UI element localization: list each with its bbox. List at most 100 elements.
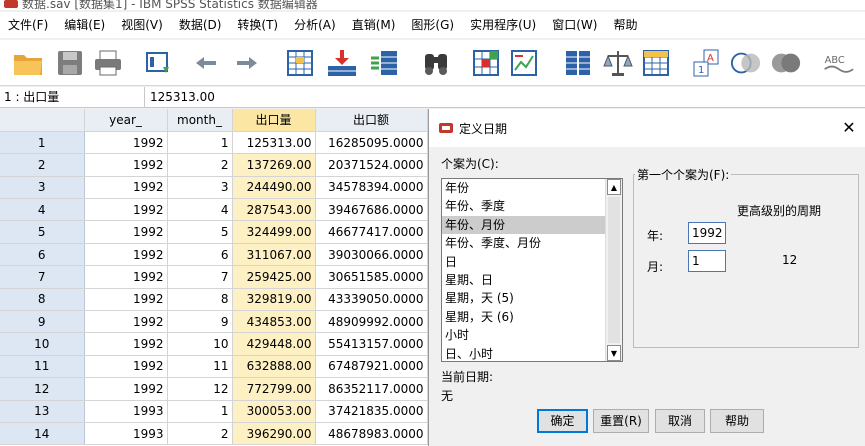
column-header[interactable]: 出口量 bbox=[232, 109, 316, 132]
table-cell-amount[interactable]: 48678983.0000 bbox=[315, 422, 428, 446]
table-cell-year[interactable]: 1992 bbox=[84, 288, 168, 312]
menu-edit[interactable]: 编辑(E) bbox=[56, 14, 113, 36]
table-cell-month[interactable]: 6 bbox=[167, 243, 233, 267]
table-cell-year[interactable]: 1992 bbox=[84, 176, 168, 200]
list-item[interactable]: 日 bbox=[442, 253, 606, 271]
menu-view[interactable]: 视图(V) bbox=[113, 14, 171, 36]
table-cell-amount[interactable]: 30651585.0000 bbox=[315, 265, 428, 289]
table-cell-qty[interactable]: 244490.00 bbox=[232, 176, 316, 200]
table-cell-qty[interactable]: 125313.00 bbox=[232, 131, 316, 155]
list-item[interactable]: 星期，天 (5) bbox=[442, 289, 606, 307]
save-icon[interactable] bbox=[54, 47, 86, 79]
variables-icon[interactable] bbox=[368, 47, 400, 79]
table-cell-month[interactable]: 5 bbox=[167, 220, 233, 244]
menu-help[interactable]: 帮助 bbox=[605, 14, 645, 36]
row-header[interactable]: 12 bbox=[0, 377, 85, 401]
table-cell-qty[interactable]: 329819.00 bbox=[232, 288, 316, 312]
table-cell-month[interactable]: 9 bbox=[167, 310, 233, 334]
column-header[interactable]: year_ bbox=[84, 109, 168, 132]
row-header[interactable]: 1 bbox=[0, 131, 85, 155]
insert-cases-icon[interactable] bbox=[470, 47, 502, 79]
split-file-icon[interactable] bbox=[562, 47, 594, 79]
table-cell-qty[interactable]: 772799.00 bbox=[232, 377, 316, 401]
menu-data[interactable]: 数据(D) bbox=[171, 14, 230, 36]
table-cell-qty[interactable]: 429448.00 bbox=[232, 332, 316, 356]
table-cell-amount[interactable]: 39030066.0000 bbox=[315, 243, 428, 267]
table-cell-qty[interactable]: 137269.00 bbox=[232, 153, 316, 177]
print-icon[interactable] bbox=[92, 47, 124, 79]
menu-direct-marketing[interactable]: 直销(M) bbox=[344, 14, 404, 36]
table-cell-year[interactable]: 1992 bbox=[84, 332, 168, 356]
table-cell-qty[interactable]: 287543.00 bbox=[232, 198, 316, 222]
corner-cell[interactable] bbox=[0, 109, 85, 132]
scroll-up-icon[interactable]: ▲ bbox=[607, 179, 621, 195]
table-cell-amount[interactable]: 20371524.0000 bbox=[315, 153, 428, 177]
table-cell-month[interactable]: 12 bbox=[167, 377, 233, 401]
table-cell-year[interactable]: 1992 bbox=[84, 153, 168, 177]
column-header[interactable]: month_ bbox=[167, 109, 233, 132]
row-header[interactable]: 14 bbox=[0, 422, 85, 446]
menu-analyze[interactable]: 分析(A) bbox=[286, 14, 344, 36]
menu-utilities[interactable]: 实用程序(U) bbox=[462, 14, 544, 36]
table-cell-month[interactable]: 8 bbox=[167, 288, 233, 312]
table-cell-month[interactable]: 1 bbox=[167, 400, 233, 423]
use-sets-icon[interactable] bbox=[730, 47, 762, 79]
table-cell-year[interactable]: 1992 bbox=[84, 355, 168, 379]
row-header[interactable]: 3 bbox=[0, 176, 85, 200]
select-cases-icon[interactable] bbox=[640, 47, 672, 79]
table-cell-month[interactable]: 11 bbox=[167, 355, 233, 379]
table-cell-qty[interactable]: 632888.00 bbox=[232, 355, 316, 379]
list-item[interactable]: 年份、季度 bbox=[442, 197, 606, 215]
table-cell-amount[interactable]: 48909992.0000 bbox=[315, 310, 428, 334]
list-item[interactable]: 日、小时 bbox=[442, 345, 606, 361]
table-cell-year[interactable]: 1992 bbox=[84, 131, 168, 155]
menu-window[interactable]: 窗口(W) bbox=[544, 14, 605, 36]
table-cell-year[interactable]: 1992 bbox=[84, 220, 168, 244]
cancel-button[interactable]: 取消 bbox=[655, 409, 705, 433]
table-cell-year[interactable]: 1993 bbox=[84, 422, 168, 446]
table-cell-month[interactable]: 2 bbox=[167, 422, 233, 446]
year-input[interactable]: 1992 bbox=[688, 222, 726, 244]
table-cell-amount[interactable]: 46677417.0000 bbox=[315, 220, 428, 244]
table-cell-amount[interactable]: 34578394.0000 bbox=[315, 176, 428, 200]
goto-case-icon[interactable] bbox=[284, 47, 316, 79]
table-cell-amount[interactable]: 16285095.0000 bbox=[315, 131, 428, 155]
column-header[interactable]: 出口额 bbox=[315, 109, 428, 132]
list-item[interactable]: 年份、月份 bbox=[442, 215, 606, 235]
table-cell-qty[interactable]: 324499.00 bbox=[232, 220, 316, 244]
table-cell-month[interactable]: 7 bbox=[167, 265, 233, 289]
table-cell-amount[interactable]: 37421835.0000 bbox=[315, 400, 428, 423]
table-cell-month[interactable]: 4 bbox=[167, 198, 233, 222]
table-cell-amount[interactable]: 39467686.0000 bbox=[315, 198, 428, 222]
goto-variable-icon[interactable] bbox=[326, 47, 358, 79]
show-all-variables-icon[interactable] bbox=[770, 47, 802, 79]
value-labels-icon[interactable]: A1 bbox=[690, 47, 722, 79]
row-header[interactable]: 8 bbox=[0, 288, 85, 312]
table-cell-month[interactable]: 10 bbox=[167, 332, 233, 356]
scroll-down-icon[interactable]: ▼ bbox=[607, 345, 621, 361]
table-cell-month[interactable]: 1 bbox=[167, 131, 233, 155]
help-button[interactable]: 帮助 bbox=[710, 409, 764, 433]
table-cell-year[interactable]: 1992 bbox=[84, 310, 168, 334]
table-cell-qty[interactable]: 311067.00 bbox=[232, 243, 316, 267]
dialog-recall-icon[interactable] bbox=[143, 47, 175, 79]
table-cell-qty[interactable]: 259425.00 bbox=[232, 265, 316, 289]
find-icon[interactable] bbox=[420, 47, 452, 79]
table-cell-amount[interactable]: 67487921.0000 bbox=[315, 355, 428, 379]
row-header[interactable]: 9 bbox=[0, 310, 85, 334]
table-cell-month[interactable]: 3 bbox=[167, 176, 233, 200]
table-cell-year[interactable]: 1992 bbox=[84, 265, 168, 289]
row-header[interactable]: 6 bbox=[0, 243, 85, 267]
ok-button[interactable]: 确定 bbox=[537, 409, 588, 433]
row-header[interactable]: 11 bbox=[0, 355, 85, 379]
table-cell-year[interactable]: 1993 bbox=[84, 400, 168, 423]
insert-variable-icon[interactable] bbox=[508, 47, 540, 79]
table-cell-amount[interactable]: 55413157.0000 bbox=[315, 332, 428, 356]
list-item[interactable]: 星期、日 bbox=[442, 271, 606, 289]
row-header[interactable]: 5 bbox=[0, 220, 85, 244]
open-folder-icon[interactable] bbox=[12, 47, 44, 79]
list-item[interactable]: 年份、季度、月份 bbox=[442, 234, 606, 252]
listbox-scrollbar[interactable]: ▲ ▼ bbox=[605, 179, 622, 361]
table-cell-year[interactable]: 1992 bbox=[84, 243, 168, 267]
reset-button[interactable]: 重置(R) bbox=[593, 409, 649, 433]
